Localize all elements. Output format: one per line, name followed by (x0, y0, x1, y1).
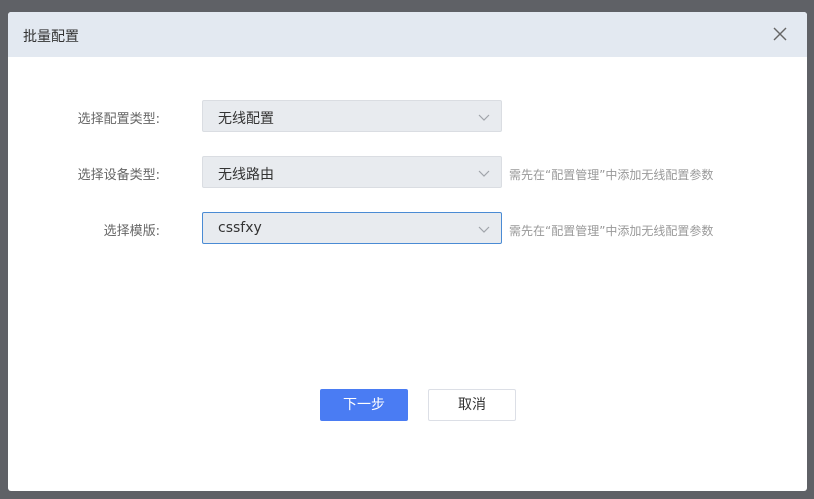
device-type-hint: 需先在“配置管理”中添加无线配置参数 (509, 168, 714, 182)
device-type-select[interactable]: 无线路由 (202, 156, 502, 188)
device-type-label: 选择设备类型: (77, 168, 160, 183)
template-select[interactable]: cssfxy (202, 212, 502, 244)
dialog-title: 批量配置 (23, 29, 79, 45)
chevron-down-icon (478, 114, 490, 121)
config-type-value: 无线配置 (218, 111, 274, 127)
config-type-label-box: 选择配置类型: (8, 100, 160, 132)
close-icon[interactable] (771, 25, 789, 43)
chevron-down-icon (478, 170, 490, 177)
config-type-select[interactable]: 无线配置 (202, 100, 502, 132)
next-step-button[interactable]: 下一步 (320, 389, 408, 421)
dialog-header: 批量配置 (8, 12, 807, 57)
template-value: cssfxy (218, 220, 262, 236)
chevron-down-icon (478, 226, 490, 233)
config-type-label: 选择配置类型: (77, 112, 160, 127)
device-type-value: 无线路由 (218, 167, 274, 183)
batch-config-dialog: 批量配置 选择配置类型: 无线配置 选择设备类型: 无线路由 需先在“配置管理”… (8, 12, 807, 491)
template-label-box: 选择模版: (8, 212, 160, 244)
template-label: 选择模版: (103, 224, 160, 239)
device-type-label-box: 选择设备类型: (8, 156, 160, 188)
cancel-button[interactable]: 取消 (428, 389, 516, 421)
template-hint: 需先在“配置管理”中添加无线配置参数 (509, 224, 714, 238)
